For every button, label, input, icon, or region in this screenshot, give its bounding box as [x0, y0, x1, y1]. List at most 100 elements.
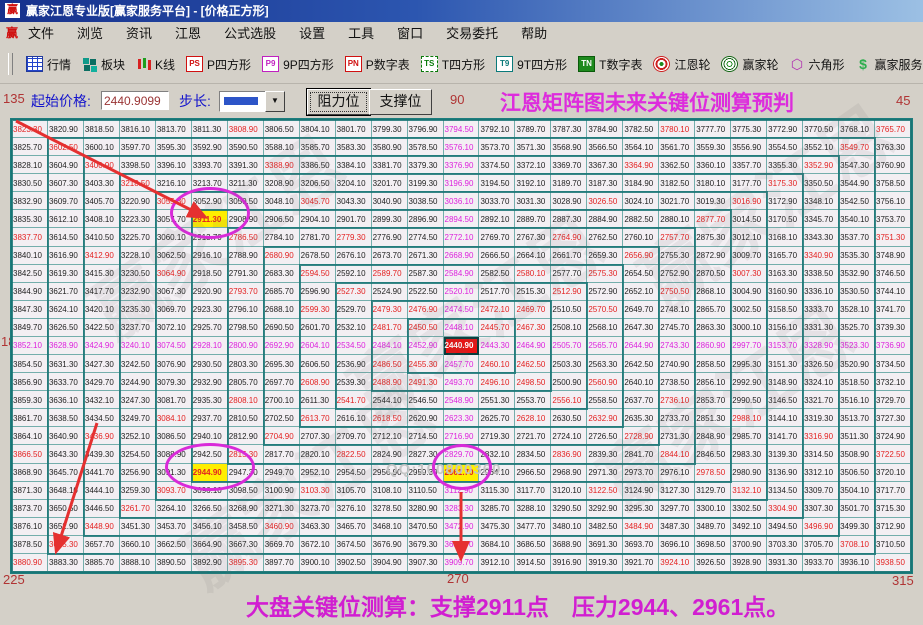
- price-cell[interactable]: 3134.50: [767, 482, 803, 500]
- price-cell[interactable]: 3163.30: [767, 265, 803, 283]
- price-cell[interactable]: 3717.70: [875, 482, 911, 500]
- price-cell[interactable]: 2503.30: [551, 355, 587, 373]
- price-cell[interactable]: 3938.50: [875, 554, 911, 572]
- price-cell[interactable]: 2488.90: [372, 373, 408, 391]
- price-cell[interactable]: 3331.30: [803, 319, 839, 337]
- price-cell[interactable]: 2930.50: [192, 355, 228, 373]
- price-cell[interactable]: 3600.10: [84, 138, 120, 156]
- price-cell[interactable]: 2916.10: [192, 247, 228, 265]
- price-cell[interactable]: 3050.50: [228, 192, 264, 210]
- price-cell[interactable]: 3597.70: [120, 138, 156, 156]
- price-cell[interactable]: 3110.50: [408, 482, 444, 500]
- price-cell[interactable]: 2920.90: [192, 283, 228, 301]
- price-cell[interactable]: 3043.30: [336, 192, 372, 210]
- price-cell[interactable]: 3448.90: [84, 518, 120, 536]
- price-cell[interactable]: 2812.90: [228, 427, 264, 445]
- price-cell[interactable]: 3400.90: [84, 156, 120, 174]
- price-cell[interactable]: 2868.10: [695, 283, 731, 301]
- price-cell[interactable]: 3460.90: [264, 518, 300, 536]
- price-cell[interactable]: 3933.70: [803, 554, 839, 572]
- price-cell[interactable]: 2808.10: [228, 391, 264, 409]
- price-cell[interactable]: 3182.50: [659, 174, 695, 192]
- price-cell[interactable]: 3196.90: [444, 174, 480, 192]
- price-cell[interactable]: 3837.70: [12, 228, 48, 246]
- price-cell[interactable]: 3333.70: [803, 301, 839, 319]
- price-cell[interactable]: 2978.50: [695, 464, 731, 482]
- price-cell[interactable]: 2865.70: [695, 301, 731, 319]
- price-cell[interactable]: 3700.90: [731, 536, 767, 554]
- price-cell[interactable]: 3180.10: [695, 174, 731, 192]
- price-cell[interactable]: 2817.70: [264, 445, 300, 463]
- price-cell[interactable]: 2544.10: [372, 391, 408, 409]
- price-cell[interactable]: 2954.50: [336, 464, 372, 482]
- price-cell[interactable]: 3259.30: [120, 482, 156, 500]
- price-cell[interactable]: 3609.70: [48, 192, 84, 210]
- price-cell[interactable]: 3189.70: [551, 174, 587, 192]
- price-cell[interactable]: 2704.90: [264, 427, 300, 445]
- price-cell[interactable]: 2577.70: [551, 265, 587, 283]
- price-cell[interactable]: 3348.10: [803, 192, 839, 210]
- toolbar-p-square[interactable]: PSP四方形: [186, 56, 251, 73]
- price-cell[interactable]: 3506.50: [839, 464, 875, 482]
- price-cell[interactable]: 2664.10: [515, 247, 551, 265]
- price-cell[interactable]: 2959.30: [408, 464, 444, 482]
- price-cell[interactable]: 3652.90: [48, 518, 84, 536]
- price-cell[interactable]: 3038.50: [408, 192, 444, 210]
- price-cell[interactable]: 2964.10: [479, 464, 515, 482]
- price-cell[interactable]: 3206.50: [300, 174, 336, 192]
- price-cell[interactable]: 3614.50: [48, 228, 84, 246]
- price-cell[interactable]: 3439.30: [84, 445, 120, 463]
- price-cell[interactable]: 3504.10: [839, 482, 875, 500]
- center-price-cell[interactable]: 2440.90: [444, 337, 480, 355]
- price-cell[interactable]: 3756.10: [875, 192, 911, 210]
- price-cell[interactable]: 2944.90: [192, 464, 228, 482]
- price-cell[interactable]: 3568.90: [551, 138, 587, 156]
- price-cell[interactable]: 3060.10: [156, 228, 192, 246]
- price-cell[interactable]: 3720.10: [875, 464, 911, 482]
- price-cell[interactable]: 2685.70: [264, 283, 300, 301]
- price-cell[interactable]: 3254.50: [120, 445, 156, 463]
- price-cell[interactable]: 3242.50: [120, 355, 156, 373]
- price-cell[interactable]: 3907.30: [408, 554, 444, 572]
- price-cell[interactable]: 3266.50: [192, 500, 228, 518]
- price-cell[interactable]: 3388.90: [264, 156, 300, 174]
- price-cell[interactable]: 3494.50: [767, 518, 803, 536]
- price-cell[interactable]: 3492.10: [731, 518, 767, 536]
- price-cell[interactable]: 3324.10: [803, 373, 839, 391]
- price-cell[interactable]: 2848.90: [695, 427, 731, 445]
- price-cell[interactable]: 2666.50: [479, 247, 515, 265]
- price-cell[interactable]: 2832.10: [479, 445, 515, 463]
- price-cell[interactable]: 3040.90: [372, 192, 408, 210]
- price-cell[interactable]: 2611.30: [300, 391, 336, 409]
- price-cell[interactable]: 2918.50: [192, 265, 228, 283]
- price-cell[interactable]: 3230.50: [120, 265, 156, 283]
- price-cell[interactable]: 3026.50: [587, 192, 623, 210]
- price-cell[interactable]: 2541.70: [336, 391, 372, 409]
- price-cell[interactable]: 2788.90: [228, 247, 264, 265]
- price-cell[interactable]: 3434.50: [84, 409, 120, 427]
- price-cell[interactable]: 3364.90: [623, 156, 659, 174]
- price-cell[interactable]: 3693.70: [623, 536, 659, 554]
- price-cell[interactable]: 3871.30: [12, 482, 48, 500]
- price-cell[interactable]: 3513.70: [839, 409, 875, 427]
- price-cell[interactable]: 3657.70: [84, 536, 120, 554]
- price-cell[interactable]: 3288.10: [515, 500, 551, 518]
- price-cell[interactable]: 3811.30: [192, 120, 228, 138]
- price-cell[interactable]: 2829.70: [444, 445, 480, 463]
- price-cell[interactable]: 3727.30: [875, 409, 911, 427]
- price-cell[interactable]: 2992.90: [731, 373, 767, 391]
- price-cell[interactable]: 2736.10: [659, 391, 695, 409]
- price-cell[interactable]: 3384.10: [336, 156, 372, 174]
- price-cell[interactable]: 3340.90: [803, 247, 839, 265]
- price-cell[interactable]: 3055.30: [156, 192, 192, 210]
- price-cell[interactable]: 3912.10: [479, 554, 515, 572]
- price-cell[interactable]: 3112.90: [444, 482, 480, 500]
- price-cell[interactable]: 2628.10: [515, 409, 551, 427]
- price-cell[interactable]: 3343.30: [803, 228, 839, 246]
- price-cell[interactable]: 2616.10: [336, 409, 372, 427]
- price-cell[interactable]: 3684.10: [479, 536, 515, 554]
- price-cell[interactable]: 2757.70: [659, 228, 695, 246]
- toolbar-p-number-table[interactable]: PNP数字表: [345, 56, 410, 73]
- price-cell[interactable]: 2635.30: [623, 409, 659, 427]
- price-cell[interactable]: 3256.90: [120, 464, 156, 482]
